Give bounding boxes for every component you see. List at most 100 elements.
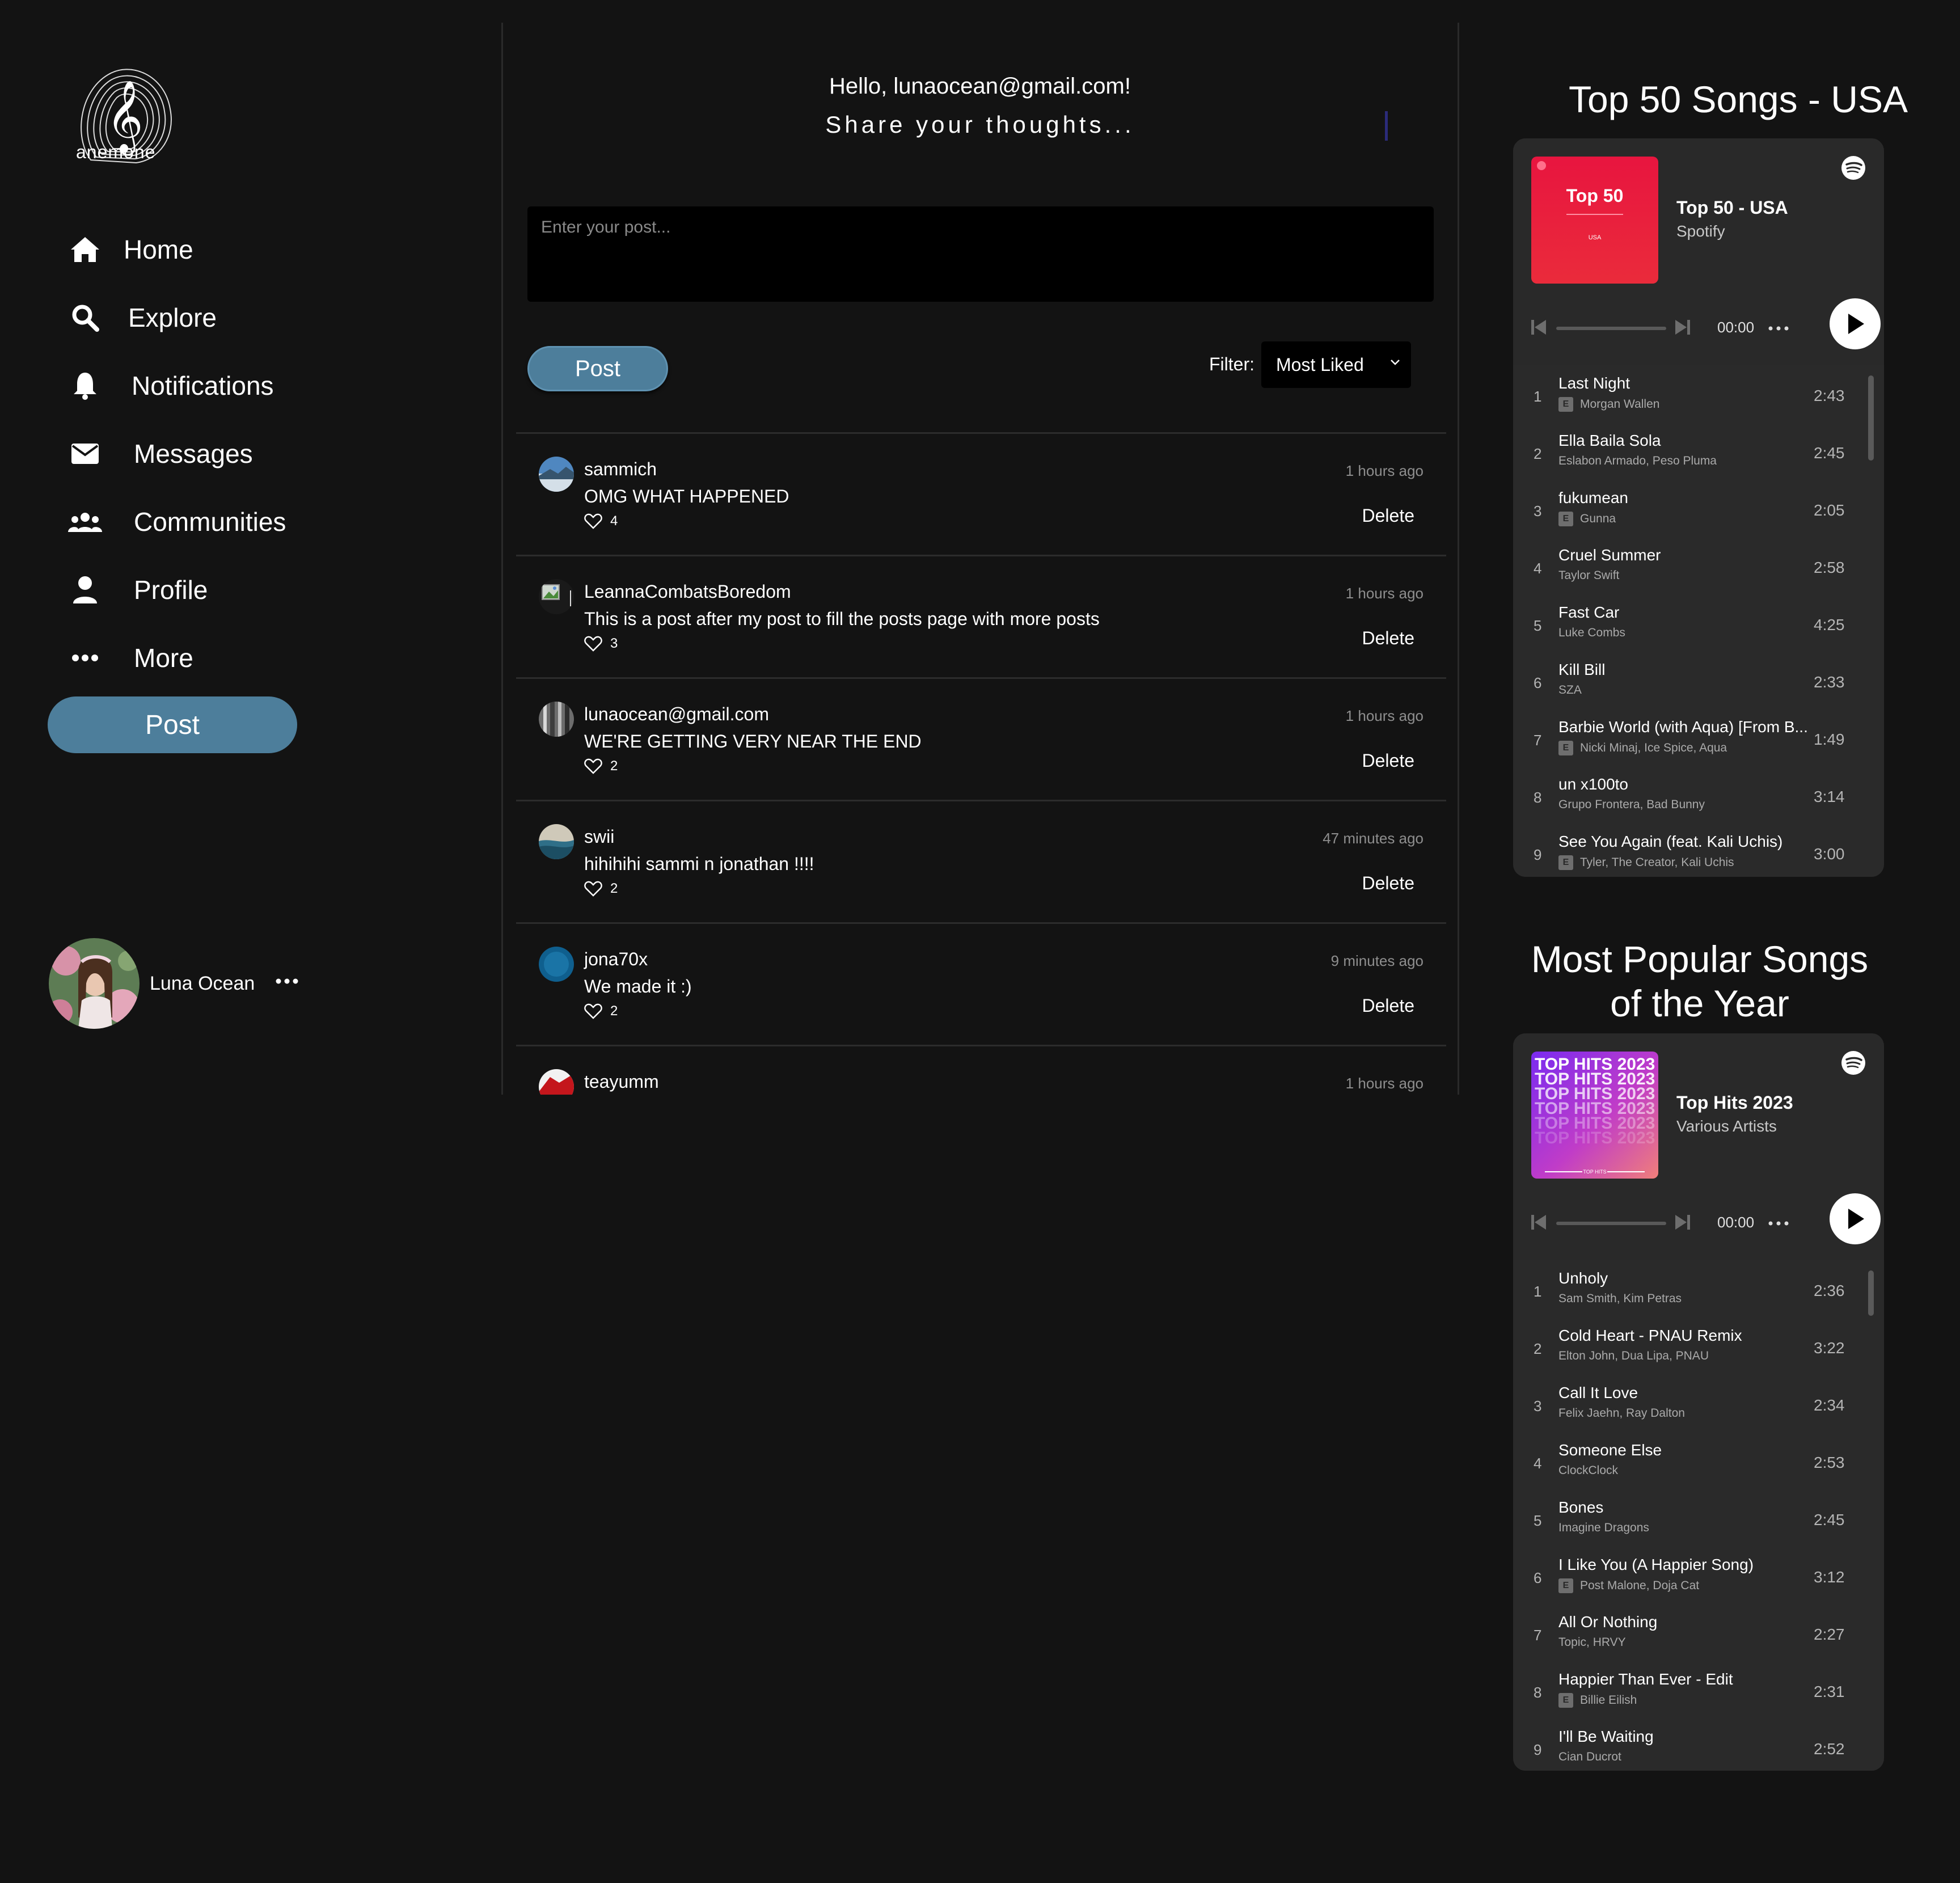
nav-item-more[interactable]: More: [68, 635, 193, 681]
post-avatar[interactable]: [539, 702, 574, 737]
cover-title-repeat: TOP HITS 2023: [1535, 1129, 1655, 1147]
nav-item-profile[interactable]: Profile: [68, 567, 208, 613]
post-avatar[interactable]: [539, 1069, 574, 1095]
like-button[interactable]: 4: [584, 513, 618, 529]
post-author[interactable]: swii: [584, 826, 614, 847]
progress-bar[interactable]: [1556, 1222, 1666, 1225]
explicit-badge: E: [1558, 512, 1573, 526]
envelope-icon: [68, 437, 102, 471]
track-duration: 3:12: [1814, 1568, 1845, 1586]
post-input[interactable]: [527, 206, 1434, 302]
next-track-icon[interactable]: [1674, 1214, 1691, 1234]
track-title: fukumean: [1558, 489, 1628, 506]
post-author[interactable]: LeannaCombatsBoredom: [584, 581, 791, 602]
post-avatar[interactable]: [539, 947, 574, 982]
track-number: 8: [1534, 1684, 1542, 1701]
track-row[interactable]: 2 Cold Heart - PNAU Remix Elton John, Dua …: [1513, 1318, 1884, 1375]
playlist-name[interactable]: Top 50 - USA: [1676, 197, 1788, 218]
playlist-cover[interactable]: Top 50 USA: [1531, 157, 1658, 284]
like-count: 2: [610, 1003, 618, 1019]
nav-item-messages[interactable]: Messages: [68, 431, 253, 476]
previous-track-icon[interactable]: [1530, 1214, 1547, 1234]
playlist-cover[interactable]: TOP HITS 2023 TOP HITS 2023 TOP HITS 202…: [1531, 1052, 1658, 1179]
playlist-owner[interactable]: Various Artists: [1676, 1117, 1777, 1135]
post-avatar[interactable]: [539, 579, 574, 614]
nav-item-explore[interactable]: Explore: [68, 295, 217, 340]
nav-item-communities[interactable]: Communities: [68, 499, 286, 544]
delete-button[interactable]: Delete: [1362, 750, 1415, 771]
more-options-icon[interactable]: [1768, 323, 1789, 333]
track-title: See You Again (feat. Kali Uchis): [1558, 833, 1783, 850]
sidebar-post-button[interactable]: Post: [48, 696, 297, 753]
nav-label-communities: Communities: [134, 507, 286, 537]
track-number: 1: [1534, 388, 1542, 405]
track-row[interactable]: 4 Cruel Summer Taylor Swift 2:58: [1513, 537, 1884, 594]
user-menu-more-icon[interactable]: [270, 970, 304, 993]
avatar[interactable]: [49, 938, 140, 1029]
more-options-icon[interactable]: [1768, 1218, 1789, 1228]
track-row[interactable]: 5 Bones Imagine Dragons 2:45: [1513, 1489, 1884, 1547]
embed-header: TOP HITS 2023 TOP HITS 2023 TOP HITS 202…: [1513, 1033, 1884, 1260]
play-button[interactable]: [1830, 1193, 1881, 1244]
previous-track-icon[interactable]: [1530, 319, 1547, 339]
delete-button[interactable]: Delete: [1362, 505, 1415, 526]
track-artist: E Morgan Wallen: [1558, 397, 1659, 412]
track-row[interactable]: 1 Last Night E Morgan Wallen 2:43: [1513, 365, 1884, 423]
track-duration: 2:31: [1814, 1683, 1845, 1700]
track-row[interactable]: 6 I Like You (A Happier Song) E Post Malone…: [1513, 1547, 1884, 1604]
explicit-badge: E: [1558, 1578, 1573, 1593]
like-count: 3: [610, 636, 618, 651]
like-button[interactable]: 2: [584, 881, 618, 897]
track-row[interactable]: 3 Call It Love Felix Jaehn, Ray Dalton 2:34: [1513, 1375, 1884, 1432]
track-row[interactable]: 4 Someone Else ClockClock 2:53: [1513, 1432, 1884, 1489]
like-button[interactable]: 3: [584, 636, 618, 652]
play-button[interactable]: [1830, 298, 1881, 349]
post-avatar[interactable]: [539, 824, 574, 859]
post-author[interactable]: teayumm: [584, 1071, 659, 1092]
post-author[interactable]: lunaocean@gmail.com: [584, 704, 769, 725]
track-artist: Imagine Dragons: [1558, 1521, 1649, 1534]
like-button[interactable]: 2: [584, 1003, 618, 1019]
track-row[interactable]: 2 Ella Baila Sola Eslabon Armado, Peso Plu…: [1513, 423, 1884, 480]
spotify-logo-icon[interactable]: [1841, 1050, 1866, 1075]
post-avatar[interactable]: [539, 457, 574, 492]
delete-button[interactable]: Delete: [1362, 995, 1415, 1016]
track-row[interactable]: 8 Happier Than Ever - Edit E Billie Eilish 2…: [1513, 1661, 1884, 1719]
playlist-owner[interactable]: Spotify: [1676, 222, 1725, 240]
progress-bar[interactable]: [1556, 327, 1666, 330]
track-row[interactable]: 5 Fast Car Luke Combs 4:25: [1513, 594, 1884, 652]
post-author[interactable]: sammich: [584, 459, 657, 480]
more-icon: [68, 641, 102, 675]
post-button[interactable]: Post: [527, 346, 668, 391]
track-row[interactable]: 3 fukumean E Gunna 2:05: [1513, 480, 1884, 537]
user-card[interactable]: Luna Ocean: [49, 938, 332, 1029]
spotify-logo-icon[interactable]: [1841, 155, 1866, 180]
post-time: 1 hours ago: [1345, 462, 1423, 479]
chevron-down-icon: [1391, 360, 1400, 365]
track-title: Last Night: [1558, 374, 1630, 392]
post-author[interactable]: jona70x: [584, 949, 648, 970]
play-icon: [1848, 314, 1864, 334]
track-row[interactable]: 1 Unholy Sam Smith, Kim Petras 2:36: [1513, 1260, 1884, 1318]
track-row[interactable]: 9 I'll Be Waiting Cian Ducrot 2:52: [1513, 1719, 1884, 1771]
delete-button[interactable]: Delete: [1362, 628, 1415, 649]
track-duration: 2:27: [1814, 1626, 1845, 1643]
track-duration: 4:25: [1814, 616, 1845, 634]
filter-select[interactable]: Most Liked: [1261, 341, 1411, 388]
track-row[interactable]: 7 All Or Nothing Topic, HRVY 2:27: [1513, 1604, 1884, 1661]
heart-icon: [584, 1003, 602, 1019]
delete-button[interactable]: Delete: [1362, 873, 1415, 894]
next-track-icon[interactable]: [1674, 319, 1691, 339]
nav-label-profile: Profile: [134, 575, 208, 605]
track-row[interactable]: 8 un x100to Grupo Frontera, Bad Bunny 3:14: [1513, 766, 1884, 824]
nav-item-home[interactable]: Home: [68, 227, 193, 272]
track-number: 2: [1534, 445, 1542, 462]
track-row[interactable]: 6 Kill Bill SZA 2:33: [1513, 652, 1884, 709]
nav-item-notifications[interactable]: Notifications: [68, 363, 274, 408]
track-row[interactable]: 9 See You Again (feat. Kali Uchis) E Tyler,…: [1513, 824, 1884, 877]
track-artist: E Tyler, The Creator, Kali Uchis: [1558, 855, 1734, 870]
playlist-name[interactable]: Top Hits 2023: [1676, 1092, 1793, 1113]
track-row[interactable]: 7 Barbie World (with Aqua) [From B... E Nic…: [1513, 709, 1884, 766]
home-icon: [68, 233, 102, 267]
like-button[interactable]: 2: [584, 758, 618, 774]
